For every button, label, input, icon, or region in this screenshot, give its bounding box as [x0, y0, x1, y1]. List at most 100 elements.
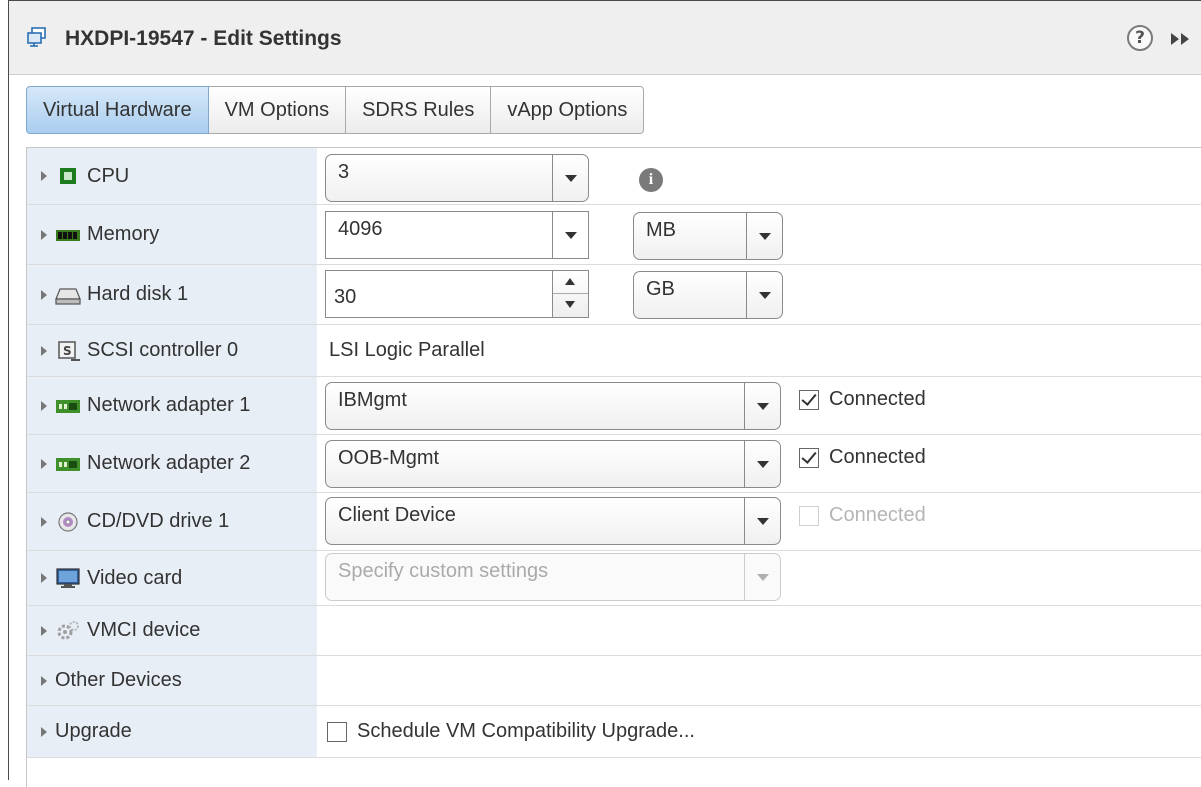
gear-icon [57, 620, 79, 639]
hardware-row-other-devices: Other Devices [27, 656, 1201, 706]
vm-icon [27, 27, 46, 47]
hardware-row-memory: Memory 4096 MB [27, 205, 1201, 265]
spin-up-icon[interactable] [553, 271, 588, 294]
chevron-down-icon[interactable] [552, 212, 588, 258]
row-label[interactable]: CD/DVD drive 1 [27, 493, 317, 550]
network-2-select[interactable]: OOB-Mgmt [325, 440, 781, 488]
network-adapter-icon [56, 457, 80, 471]
row-label[interactable]: Upgrade [27, 706, 317, 757]
row-label[interactable]: VMCI device [27, 606, 317, 655]
expand-arrows-icon[interactable] [1169, 31, 1199, 47]
chevron-down-icon[interactable] [744, 441, 780, 487]
row-label[interactable]: CPU [27, 148, 317, 204]
network-1-connected-checkbox[interactable]: Connected [799, 388, 926, 411]
scsi-controller-icon: S [58, 340, 80, 361]
expand-caret-icon[interactable] [41, 726, 47, 737]
chevron-down-icon[interactable] [744, 383, 780, 429]
expand-caret-icon[interactable] [41, 229, 47, 240]
cd-dvd-select[interactable]: Client Device [325, 497, 781, 545]
network-2-value: OOB-Mgmt [338, 447, 440, 469]
tab-vapp-options[interactable]: vApp Options [491, 86, 645, 134]
expand-caret-icon[interactable] [41, 458, 47, 469]
info-icon[interactable]: i [639, 168, 663, 192]
hard-disk-label: Hard disk 1 [87, 283, 189, 305]
network-1-value: IBMgmt [338, 389, 407, 411]
memory-unit-select[interactable]: MB [633, 212, 783, 260]
schedule-upgrade-checkbox[interactable]: Schedule VM Compatibility Upgrade... [327, 720, 695, 743]
cd-dvd-connected-checkbox: Connected [799, 504, 926, 527]
cpu-label: CPU [87, 164, 130, 187]
network-2-connected-checkbox[interactable]: Connected [799, 446, 926, 469]
video-card-select: Specify custom settings [325, 553, 781, 601]
tab-sdrs-rules[interactable]: SDRS Rules [346, 86, 492, 134]
row-label[interactable]: Video card [27, 551, 317, 605]
video-card-label: Video card [87, 566, 183, 589]
memory-unit-value: MB [646, 219, 676, 241]
hardware-row-network-1: Network adapter 1 IBMgmt Connected [27, 377, 1201, 435]
schedule-upgrade-label: Schedule VM Compatibility Upgrade... [357, 720, 695, 742]
hardware-row-hard-disk: Hard disk 1 30 GB [27, 265, 1201, 325]
hardware-row-scsi: S SCSI controller 0 LSI Logic Parallel [27, 325, 1201, 377]
row-label[interactable]: Network adapter 2 [27, 435, 317, 492]
row-label[interactable]: Other Devices [27, 656, 317, 705]
hard-disk-unit-select[interactable]: GB [633, 271, 783, 319]
memory-label: Memory [87, 223, 160, 245]
cd-dvd-icon [58, 511, 78, 532]
chevron-down-icon[interactable] [746, 272, 782, 318]
expand-caret-icon[interactable] [41, 516, 47, 527]
chevron-down-icon[interactable] [746, 213, 782, 259]
hard-disk-size-spinner[interactable]: 30 [325, 270, 589, 318]
chevron-down-icon[interactable] [744, 498, 780, 544]
help-icon[interactable]: ? [1127, 25, 1153, 51]
expand-caret-icon[interactable] [41, 573, 47, 583]
memory-size-combo[interactable]: 4096 [325, 211, 589, 259]
network-adapter-icon [56, 399, 80, 413]
checkbox-checked-icon[interactable] [799, 389, 819, 410]
hardware-row-cddvd: CD/DVD drive 1 Client Device Connected [27, 493, 1201, 551]
row-label[interactable]: Hard disk 1 [27, 265, 317, 324]
tab-vm-options[interactable]: VM Options [208, 86, 347, 134]
virtual-hardware-panel: CPU 3 i Memory 4096 MB Hard disk 1 30 GB… [26, 147, 1201, 787]
hard-disk-icon [55, 287, 81, 305]
expand-caret-icon[interactable] [41, 171, 47, 181]
row-label[interactable]: S SCSI controller 0 [27, 325, 317, 376]
edit-settings-dialog: HXDPI-19547 - Edit Settings ? Virtual Ha… [8, 0, 1201, 787]
network-adapter-1-label: Network adapter 1 [87, 394, 251, 416]
connected-label: Connected [829, 388, 926, 410]
other-devices-label: Other Devices [55, 669, 182, 691]
cd-dvd-label: CD/DVD drive 1 [87, 510, 230, 532]
checkbox-unchecked-icon [799, 505, 819, 526]
connected-label: Connected [829, 446, 926, 468]
cd-dvd-value: Client Device [338, 504, 456, 526]
hard-disk-unit-value: GB [646, 278, 675, 300]
cpu-icon [60, 168, 76, 184]
hardware-row-network-2: Network adapter 2 OOB-Mgmt Connected [27, 435, 1201, 493]
hardware-row-vmci: VMCI device [27, 606, 1201, 656]
chevron-down-icon [744, 554, 780, 600]
expand-caret-icon[interactable] [41, 675, 47, 686]
cpu-count-select[interactable]: 3 [325, 154, 589, 202]
video-card-value: Specify custom settings [338, 560, 549, 582]
tab-virtual-hardware[interactable]: Virtual Hardware [26, 86, 209, 134]
connected-label: Connected [829, 504, 926, 526]
checkbox-checked-icon[interactable] [799, 447, 819, 468]
expand-caret-icon[interactable] [41, 625, 47, 636]
network-1-select[interactable]: IBMgmt [325, 382, 781, 430]
svg-text:S: S [63, 344, 72, 358]
expand-caret-icon[interactable] [41, 345, 47, 356]
row-label[interactable]: Network adapter 1 [27, 377, 317, 434]
memory-icon [56, 229, 80, 241]
dialog-titlebar: HXDPI-19547 - Edit Settings ? [9, 1, 1201, 75]
settings-tabs: Virtual Hardware VM Options SDRS Rules v… [26, 86, 645, 134]
chevron-down-icon[interactable] [552, 155, 588, 201]
expand-caret-icon[interactable] [41, 289, 47, 300]
spin-down-icon[interactable] [553, 294, 588, 317]
memory-size-value: 4096 [338, 218, 383, 240]
cpu-count-value: 3 [338, 161, 350, 183]
video-card-icon [56, 568, 80, 588]
checkbox-unchecked-icon[interactable] [327, 721, 347, 742]
hardware-row-upgrade: Upgrade Schedule VM Compatibility Upgrad… [27, 706, 1201, 758]
expand-caret-icon[interactable] [41, 400, 47, 411]
hard-disk-size-value: 30 [334, 286, 357, 308]
row-label[interactable]: Memory [27, 205, 317, 264]
